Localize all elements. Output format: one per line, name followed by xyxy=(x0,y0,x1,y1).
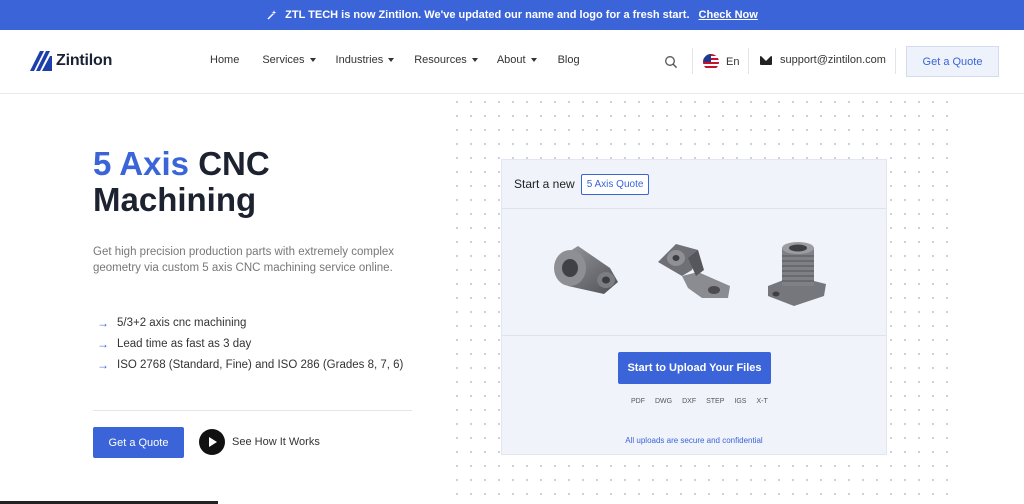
brand-logo[interactable]: Zintilon xyxy=(30,51,112,71)
header-divider xyxy=(692,48,693,74)
nav-about-label: About xyxy=(496,54,526,66)
support-email: support@zintilon.com xyxy=(780,54,886,66)
hero-title: 5 Axis CNC Machining xyxy=(93,146,270,218)
play-icon xyxy=(199,429,225,455)
support-email-link[interactable]: support@zintilon.com xyxy=(760,54,886,66)
quote-card: Start a new 5 Axis Quote Start to Upload… xyxy=(501,159,887,455)
see-how-it-works-button[interactable]: See How It Works xyxy=(199,429,320,455)
nav-blog-label: Blog xyxy=(557,54,580,66)
main-nav: Home Services Industries Resources About… xyxy=(210,54,580,66)
hero-description: Get high precision production parts with… xyxy=(93,246,395,274)
feature-text: ISO 2768 (Standard, Fine) and ISO 286 (G… xyxy=(117,358,404,371)
cnc-part-image xyxy=(768,242,826,306)
nav-industries[interactable]: Industries xyxy=(336,54,395,66)
feature-text: 5/3+2 axis cnc machining xyxy=(117,316,247,329)
caret-down-icon xyxy=(309,58,316,62)
caret-down-icon xyxy=(388,58,395,62)
see-how-it-works-label: See How It Works xyxy=(232,436,320,448)
zintilon-logo-icon xyxy=(30,51,52,71)
header-divider xyxy=(748,48,749,74)
arrow-right-icon: → xyxy=(97,315,109,330)
announcement-banner: ZTL TECH is now Zintilon. We've updated … xyxy=(0,0,1024,30)
arrow-right-icon: → xyxy=(97,357,109,372)
hero-divider xyxy=(93,410,412,411)
list-item: → Lead time as fast as 3 day xyxy=(97,333,403,354)
arrow-right-icon: → xyxy=(97,336,109,351)
supported-formats: PDF DWG DXF STEP IGS X-T xyxy=(631,398,768,405)
secure-note: All uploads are secure and confidential xyxy=(625,436,763,445)
feature-list: → 5/3+2 axis cnc machining → Lead time a… xyxy=(97,312,403,375)
format-label: IGS xyxy=(734,398,747,405)
cnc-part-image xyxy=(554,246,618,294)
language-label: En xyxy=(726,56,740,68)
hero-title-cnc: CNC xyxy=(198,145,270,182)
nav-blog[interactable]: Blog xyxy=(558,54,580,66)
nav-industries-label: Industries xyxy=(335,54,384,66)
upload-files-button[interactable]: Start to Upload Your Files xyxy=(618,352,771,384)
quote-type-chip[interactable]: 5 Axis Quote xyxy=(580,173,650,195)
nav-about[interactable]: About xyxy=(497,54,537,66)
caret-down-icon xyxy=(530,58,537,62)
cnc-part-image xyxy=(658,244,730,298)
header-divider xyxy=(895,48,896,74)
hero-title-machining: Machining xyxy=(93,181,257,218)
nav-home[interactable]: Home xyxy=(210,54,239,66)
format-label: X-T xyxy=(756,398,768,405)
quote-card-header: Start a new 5 Axis Quote xyxy=(502,160,886,209)
envelope-icon xyxy=(760,55,772,65)
banner-message: ZTL TECH is now Zintilon. We've updated … xyxy=(285,9,690,21)
list-item: → ISO 2768 (Standard, Fine) and ISO 286 … xyxy=(97,354,403,375)
format-label: PDF xyxy=(631,398,645,405)
quote-card-heading: Start a new xyxy=(514,177,575,191)
nav-resources[interactable]: Resources xyxy=(414,54,478,66)
nav-resources-label: Resources xyxy=(414,54,467,66)
search-icon[interactable] xyxy=(664,55,678,69)
caret-down-icon xyxy=(471,58,478,62)
sample-parts xyxy=(502,210,886,336)
format-label: DWG xyxy=(655,398,673,405)
nav-services-label: Services xyxy=(262,54,305,66)
list-item: → 5/3+2 axis cnc machining xyxy=(97,312,403,333)
language-selector[interactable]: En xyxy=(703,54,739,70)
header-get-quote-button[interactable]: Get a Quote xyxy=(906,46,999,77)
hero-title-accent: 5 Axis xyxy=(93,145,190,182)
brand-name: Zintilon xyxy=(56,52,113,69)
us-flag-icon xyxy=(703,54,719,70)
hero-get-quote-button[interactable]: Get a Quote xyxy=(93,427,184,458)
format-label: STEP xyxy=(706,398,725,405)
site-header: Zintilon Home Services Industries Resour… xyxy=(0,30,1024,94)
format-label: DXF xyxy=(682,398,697,405)
feature-text: Lead time as fast as 3 day xyxy=(117,337,252,350)
nav-services[interactable]: Services xyxy=(262,54,316,66)
check-now-link[interactable]: Check Now xyxy=(699,9,758,21)
sparkle-icon xyxy=(267,10,277,20)
nav-home-label: Home xyxy=(210,54,240,66)
